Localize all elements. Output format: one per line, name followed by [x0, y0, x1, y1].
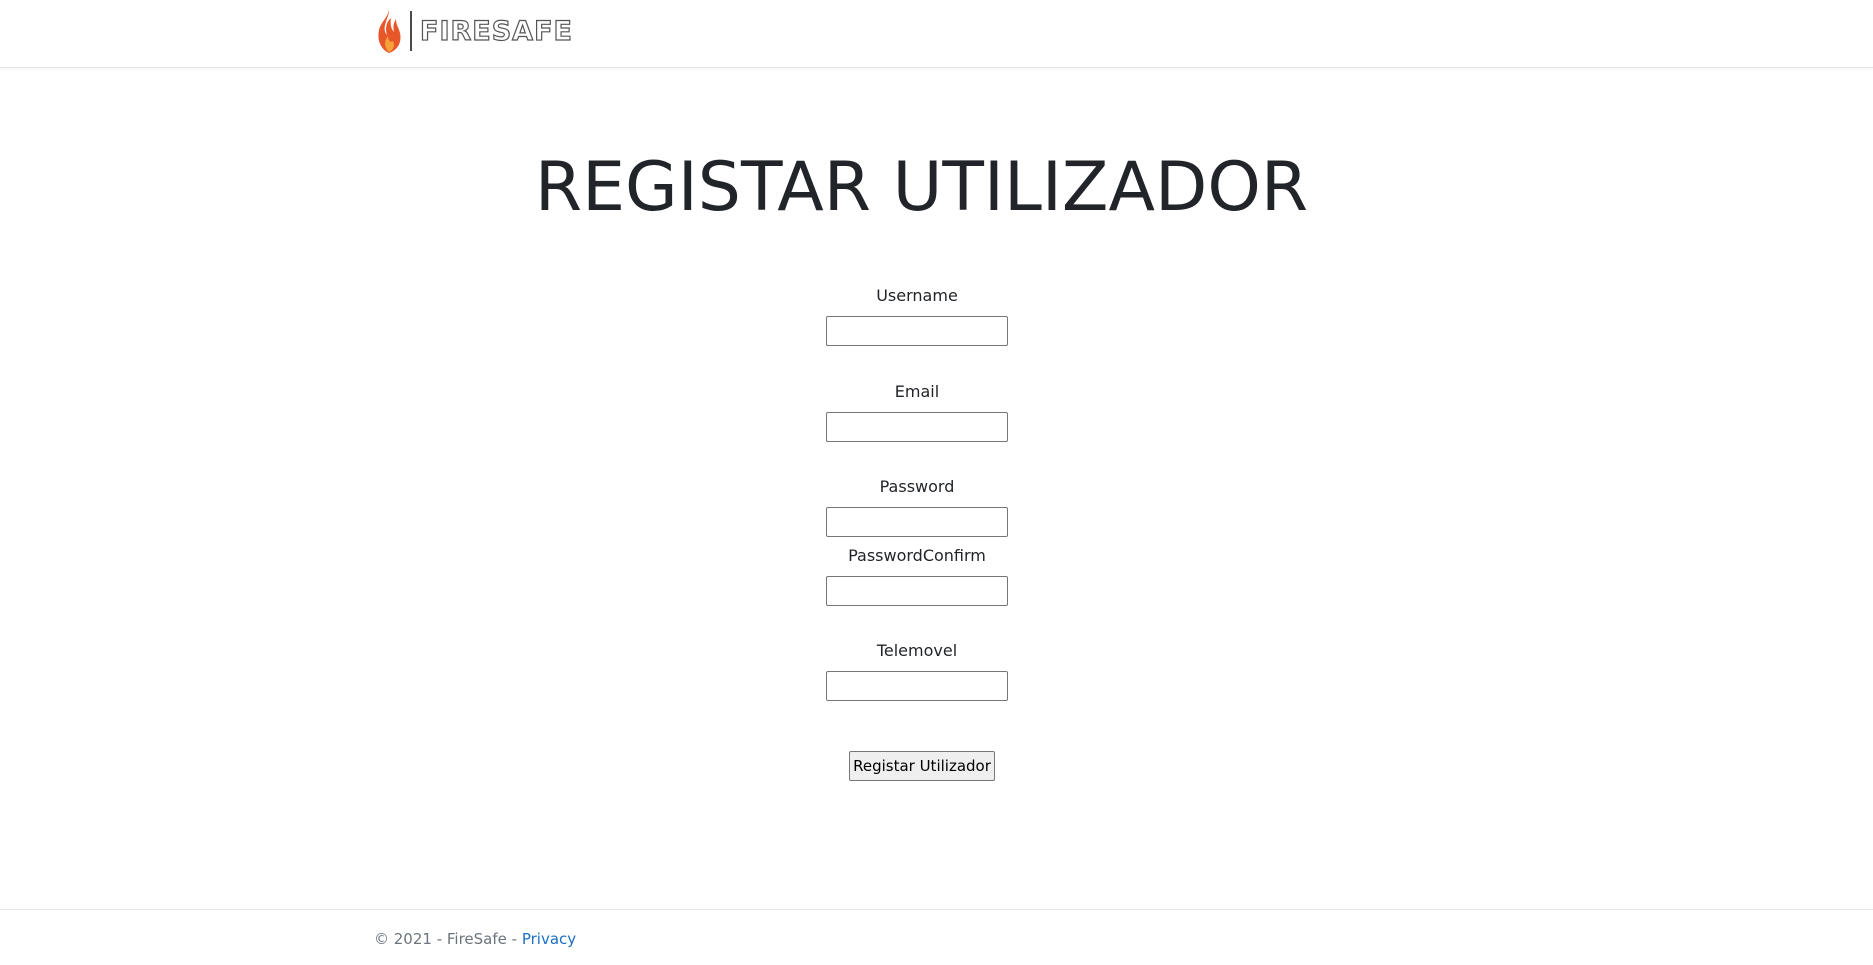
password-input[interactable] [826, 507, 1008, 537]
footer-copyright: © 2021 - FireSafe - [374, 930, 522, 948]
footer: © 2021 - FireSafe - Privacy [0, 909, 1873, 965]
brand-wordmark: FIRESAFE [419, 15, 573, 47]
footer-text: © 2021 - FireSafe - Privacy [374, 930, 576, 948]
username-label: Username [876, 286, 958, 305]
email-input[interactable] [826, 412, 1008, 442]
brand-logo-link[interactable]: FIRESAFE [374, 8, 573, 54]
password-confirm-label: PasswordConfirm [848, 546, 986, 565]
password-label: Password [879, 477, 955, 496]
page-title: REGISTAR UTILIZADOR [534, 148, 1309, 227]
password-confirm-input[interactable] [826, 576, 1008, 606]
flame-icon [378, 9, 401, 53]
telemovel-input[interactable] [826, 671, 1008, 701]
register-user-button[interactable]: Registar Utilizador [849, 751, 995, 781]
username-input[interactable] [826, 316, 1008, 346]
privacy-link[interactable]: Privacy [522, 930, 576, 948]
navbar: FIRESAFE [0, 0, 1873, 68]
telemovel-label: Telemovel [876, 641, 958, 660]
email-label: Email [894, 382, 940, 401]
brand-divider [410, 11, 412, 51]
